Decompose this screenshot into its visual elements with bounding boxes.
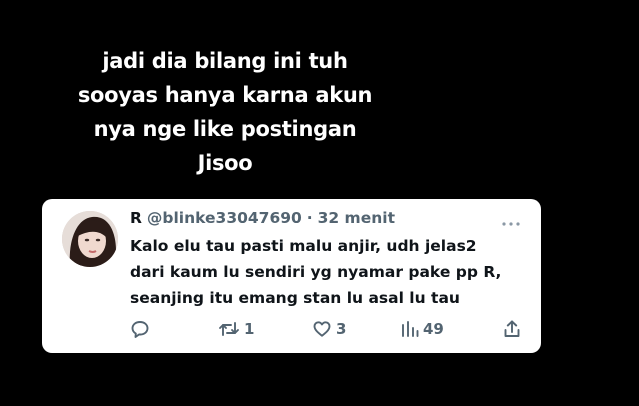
user-handle[interactable]: @blinke33047690 xyxy=(147,209,302,227)
caption-line: jadi dia bilang ini tuh xyxy=(102,49,348,73)
reply-icon xyxy=(130,319,150,339)
tweet-text-line: dari kaum lu sendiri yg nyamar pake pp R… xyxy=(130,263,502,281)
tweet-text-line: seanjing itu emang stan lu asal lu tau xyxy=(130,289,460,307)
display-name[interactable]: R xyxy=(130,209,142,227)
tweet-actions: 1 3 49 xyxy=(42,317,541,341)
caption-line: sooyas hanya karna akun xyxy=(77,83,373,107)
views-chart-icon xyxy=(401,319,419,339)
retweet-count: 1 xyxy=(244,320,255,338)
retweet-icon xyxy=(218,319,240,339)
view-count: 49 xyxy=(423,320,444,338)
avatar[interactable] xyxy=(62,211,118,267)
caption-text: jadi dia bilang ini tuh sooyas hanya kar… xyxy=(40,44,410,180)
caption-line: nya nge like postingan xyxy=(93,117,357,141)
like-count: 3 xyxy=(336,320,347,338)
share-icon xyxy=(502,319,522,339)
share-button[interactable] xyxy=(502,317,522,341)
views-button[interactable]: 49 xyxy=(401,317,444,341)
avatar-image xyxy=(62,211,118,267)
tweet-text-line: Kalo elu tau pasti malu anjir, udh jelas… xyxy=(130,237,477,255)
tweet-card[interactable]: R @blinke33047690 · 32 menit Kalo elu ta… xyxy=(42,199,541,353)
tweet-text: Kalo elu tau pasti malu anjir, udh jelas… xyxy=(130,233,530,311)
caption-line: Jisoo xyxy=(197,151,253,175)
reply-button[interactable] xyxy=(130,317,154,341)
tweet-header: R @blinke33047690 · 32 menit xyxy=(130,208,395,228)
retweet-button[interactable]: 1 xyxy=(218,317,254,341)
more-horizontal-icon[interactable] xyxy=(501,213,521,226)
heart-icon xyxy=(312,319,332,339)
separator-dot: · xyxy=(306,209,313,227)
like-button[interactable]: 3 xyxy=(312,317,346,341)
tweet-time[interactable]: 32 menit xyxy=(318,209,395,227)
